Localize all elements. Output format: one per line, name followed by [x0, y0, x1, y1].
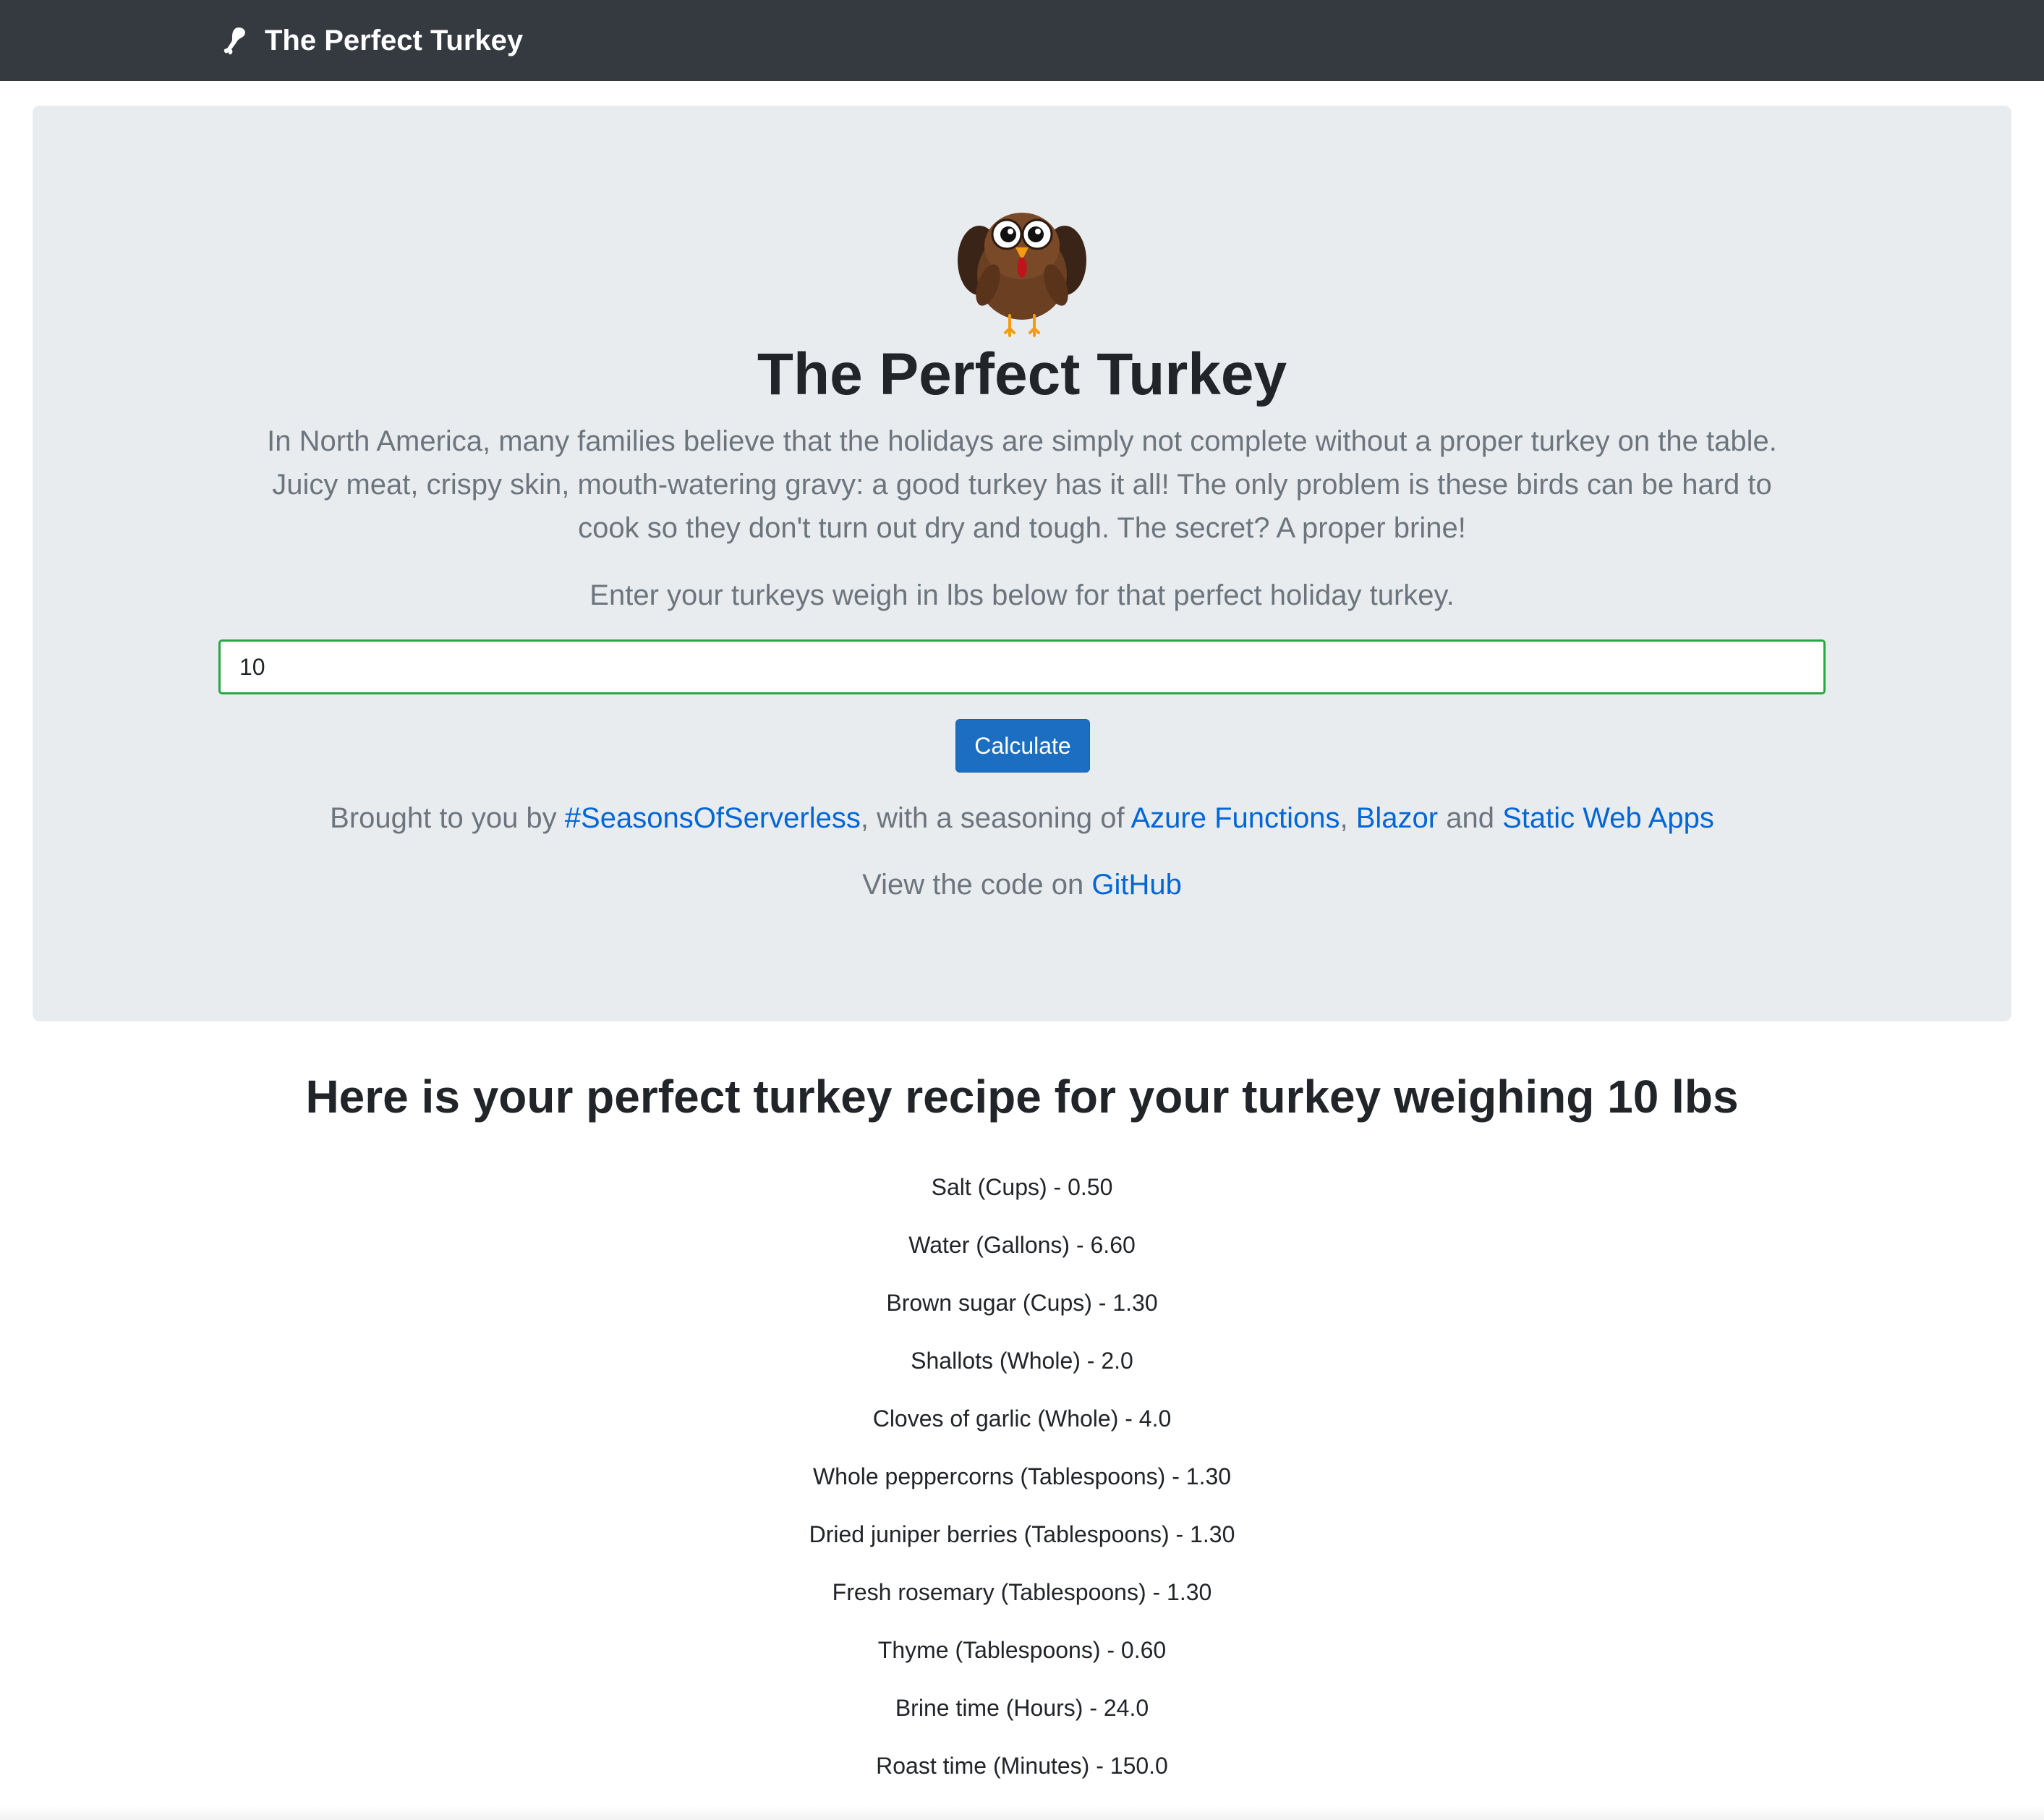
recipe-item: Brine time (Hours) - 24.0 [895, 1695, 1149, 1721]
calculate-button[interactable]: Calculate [955, 719, 1090, 773]
recipe-item: Roast time (Minutes) - 150.0 [876, 1753, 1168, 1779]
static-web-apps-link[interactable]: Static Web Apps [1502, 802, 1714, 834]
turkey-leg-icon [223, 27, 245, 55]
github-prefix: View the code on [862, 869, 1092, 901]
weight-prompt: Enter your turkeys weigh in lbs below fo… [589, 579, 1455, 611]
credits-middle: , with a seasoning of [860, 802, 1131, 834]
recipe-item: Salt (Cups) - 0.50 [931, 1174, 1113, 1200]
recipe-heading: Here is your perfect turkey recipe for y… [305, 1071, 1739, 1123]
credits-line: Brought to you by #SeasonsOfServerless, … [0, 796, 2044, 840]
navbar-brand[interactable]: The Perfect Turkey [217, 0, 523, 81]
recipe-item: Water (Gallons) - 6.60 [908, 1232, 1136, 1258]
turkey-weight-input[interactable] [218, 639, 1826, 694]
recipe-item: Fresh rosemary (Tablespoons) - 1.30 [832, 1579, 1212, 1605]
recipe-item: Thyme (Tablespoons) - 0.60 [877, 1637, 1167, 1663]
intro-paragraph: In North America, many families believe … [267, 425, 1777, 544]
recipe-item: Brown sugar (Cups) - 1.30 [886, 1290, 1158, 1316]
page-bottom-edge [0, 1806, 2044, 1820]
recipe-item: Cloves of garlic (Whole) - 4.0 [872, 1406, 1172, 1432]
seasons-of-serverless-link[interactable]: #SeasonsOfServerless [565, 802, 861, 834]
recipe-item: Shallots (Whole) - 2.0 [911, 1348, 1133, 1374]
recipe-list: Salt (Cups) - 0.50 Water (Gallons) - 6.6… [0, 1170, 2044, 1806]
credits-prefix: Brought to you by [330, 802, 565, 834]
top-navbar: The Perfect Turkey [0, 0, 2044, 81]
turkey-mascot-icon [958, 213, 1086, 337]
github-link[interactable]: GitHub [1091, 869, 1182, 901]
azure-functions-link[interactable]: Azure Functions [1130, 802, 1340, 834]
credits-comma: , [1340, 802, 1356, 834]
credits-and: and [1438, 802, 1503, 834]
github-line: View the code on GitHub [0, 863, 2044, 906]
page-title: The Perfect Turkey [757, 341, 1287, 407]
recipe-item: Dried juniper berries (Tablespoons) - 1.… [809, 1521, 1235, 1547]
blazor-link[interactable]: Blazor [1356, 802, 1438, 834]
recipe-item: Whole peppercorns (Tablespoons) - 1.30 [812, 1463, 1232, 1489]
navbar-brand-label: The Perfect Turkey [265, 24, 524, 56]
